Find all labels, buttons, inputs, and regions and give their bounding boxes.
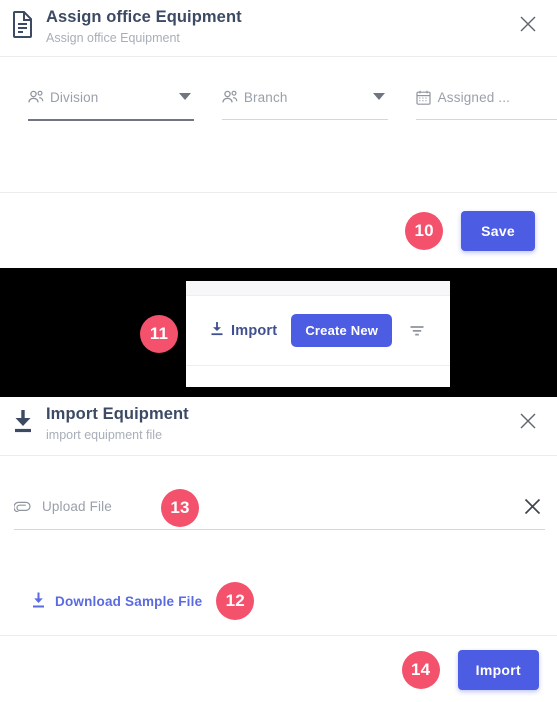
toolbar-top-strip bbox=[186, 281, 450, 296]
download-sample-row: Download Sample File 12 bbox=[30, 582, 255, 620]
import-footer-actions: 14 Import bbox=[0, 637, 557, 702]
step-badge-13: 13 bbox=[161, 489, 199, 527]
step-badge-12: 12 bbox=[216, 582, 255, 620]
import-dialog-header: Import Equipment import equipment file bbox=[0, 397, 557, 460]
assign-dialog-titles: Assign office Equipment Assign office Eq… bbox=[46, 7, 242, 47]
close-icon[interactable] bbox=[515, 408, 541, 434]
download-arrow-icon bbox=[30, 591, 47, 612]
upload-underline bbox=[14, 529, 545, 530]
toolbar-actions: Import Create New bbox=[186, 296, 450, 366]
assigned-date-field[interactable]: Assigned ... bbox=[415, 82, 557, 121]
equipment-list-toolbar: Import Create New bbox=[186, 281, 450, 387]
assign-fields-row: Division Branch Assigned ... bbox=[0, 82, 557, 121]
step-badge-11: 11 bbox=[140, 315, 178, 353]
close-icon[interactable] bbox=[515, 11, 541, 37]
create-new-button[interactable]: Create New bbox=[291, 314, 393, 347]
chevron-down-icon[interactable] bbox=[176, 93, 194, 101]
branch-label: Branch bbox=[243, 89, 288, 105]
assign-equipment-dialog: Assign office Equipment Assign office Eq… bbox=[0, 0, 557, 268]
assigned-date-underline bbox=[415, 119, 557, 120]
people-icon bbox=[28, 90, 50, 104]
step-badge-14: 14 bbox=[401, 650, 440, 689]
page-title: Assign office Equipment bbox=[46, 8, 242, 26]
assign-dialog-header: Assign office Equipment Assign office Eq… bbox=[0, 0, 557, 63]
download-sample-file-label: Download Sample File bbox=[55, 593, 203, 609]
upload-file-label: Upload File bbox=[42, 498, 112, 514]
save-button[interactable]: Save bbox=[461, 210, 535, 251]
assign-footer-actions: 10 Save bbox=[0, 193, 557, 268]
import-dialog-subtitle: import equipment file bbox=[46, 428, 163, 442]
division-underline bbox=[28, 119, 194, 121]
import-button-label: Import bbox=[231, 322, 278, 339]
step-badge-10: 10 bbox=[405, 211, 444, 250]
download-icon bbox=[210, 321, 224, 340]
branch-select[interactable]: Branch bbox=[221, 82, 388, 121]
import-equipment-dialog: Import Equipment import equipment file U… bbox=[0, 397, 557, 702]
import-footer-divider bbox=[0, 635, 557, 636]
import-dialog-titles: Import Equipment import equipment file bbox=[46, 404, 189, 444]
toolbar-bottom-strip bbox=[186, 366, 450, 387]
import-download-icon bbox=[0, 404, 46, 435]
assigned-date-label: Assigned ... bbox=[437, 89, 510, 105]
import-button[interactable]: Import bbox=[210, 321, 277, 340]
paperclip-icon bbox=[14, 500, 42, 512]
branch-underline bbox=[221, 119, 388, 120]
clear-upload-icon[interactable] bbox=[519, 493, 545, 519]
filter-icon[interactable] bbox=[406, 320, 428, 342]
chevron-down-icon[interactable] bbox=[370, 93, 388, 101]
upload-file-field[interactable]: Upload File bbox=[0, 491, 557, 530]
people-icon bbox=[222, 90, 244, 104]
division-label: Division bbox=[50, 89, 99, 105]
header-divider bbox=[0, 56, 557, 57]
calendar-icon bbox=[416, 90, 438, 105]
download-sample-file-link[interactable]: Download Sample File bbox=[30, 591, 202, 612]
document-icon bbox=[0, 7, 46, 38]
import-header-divider bbox=[0, 455, 557, 456]
import-dialog-title: Import Equipment bbox=[46, 405, 189, 423]
page-subtitle: Assign office Equipment bbox=[46, 31, 180, 45]
division-select[interactable]: Division bbox=[28, 82, 194, 121]
import-submit-button[interactable]: Import bbox=[457, 649, 539, 690]
